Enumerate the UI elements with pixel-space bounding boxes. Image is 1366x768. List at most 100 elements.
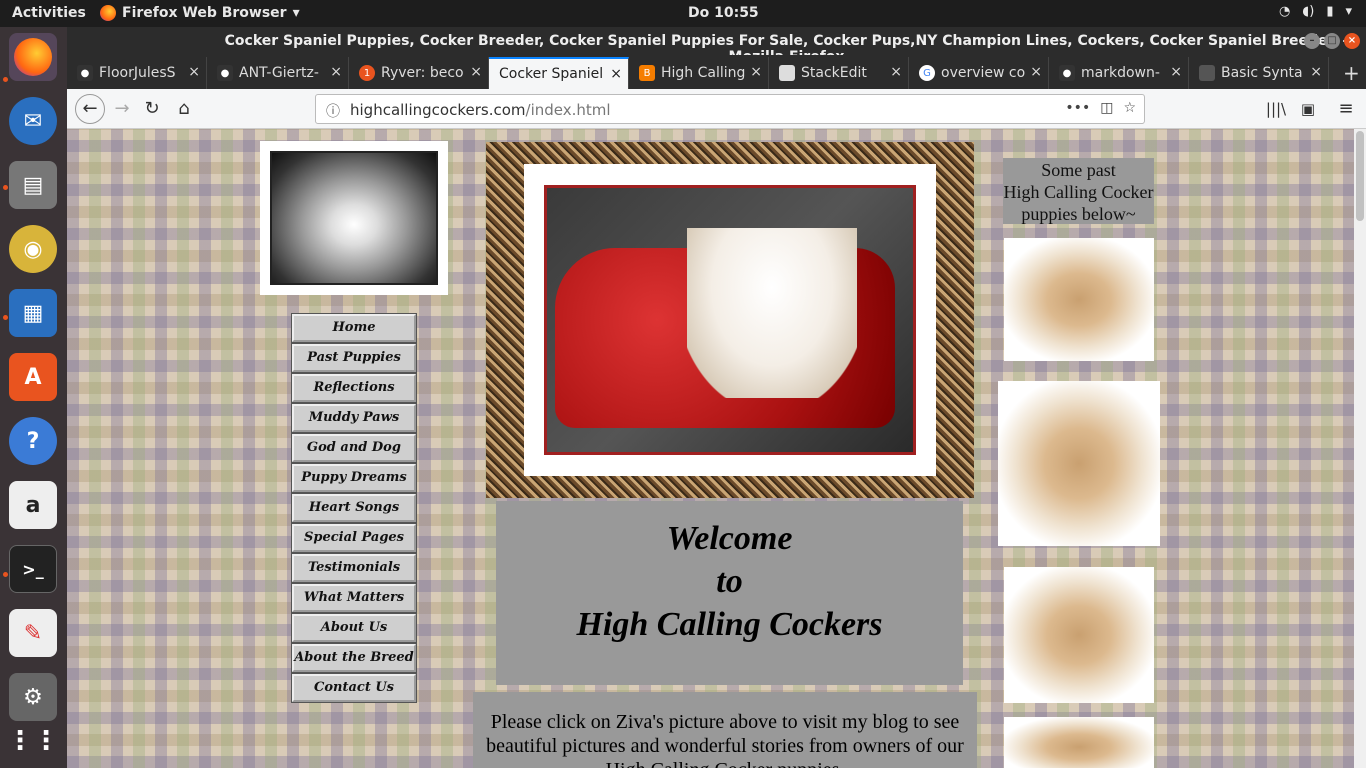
- running-indicator: [3, 572, 8, 577]
- tab[interactable]: Goverview co ×: [909, 57, 1049, 89]
- close-icon[interactable]: ×: [1170, 64, 1182, 80]
- puppy-photo[interactable]: [1004, 717, 1154, 768]
- tab[interactable]: ● FloorJulesS ×: [67, 57, 207, 89]
- sidebar-icon[interactable]: ▣: [1295, 97, 1321, 121]
- writer-icon[interactable]: ▦: [9, 289, 57, 337]
- nav-home[interactable]: Home: [291, 313, 417, 343]
- nav-past-puppies[interactable]: Past Puppies: [291, 343, 417, 373]
- battery-icon: ▮: [1326, 4, 1334, 19]
- app-menu[interactable]: Firefox Web Browser ▾: [100, 5, 300, 21]
- close-icon[interactable]: ×: [1310, 64, 1322, 80]
- thunderbird-icon[interactable]: ✉: [9, 97, 57, 145]
- github-icon: ●: [217, 65, 233, 81]
- window-titlebar: Cocker Spaniel Puppies, Cocker Breeder, …: [67, 27, 1366, 65]
- pocket-icon[interactable]: ◫: [1100, 100, 1113, 116]
- nav-reflections[interactable]: Reflections: [291, 373, 417, 403]
- library-icon[interactable]: |||\: [1263, 97, 1289, 121]
- close-icon[interactable]: ×: [1030, 64, 1042, 80]
- cocker-portrait-image: [270, 151, 438, 285]
- help-icon[interactable]: ?: [9, 417, 57, 465]
- tab[interactable]: B High Calling ×: [629, 57, 769, 89]
- ziva-photo: [544, 185, 916, 455]
- nav-about-the-breed[interactable]: About the Breed: [291, 643, 417, 673]
- github-icon: ●: [77, 65, 93, 81]
- nav-about-us[interactable]: About Us: [291, 613, 417, 643]
- activities-button[interactable]: Activities: [12, 5, 86, 21]
- close-icon[interactable]: ×: [610, 66, 622, 82]
- firefox-icon[interactable]: [9, 33, 57, 81]
- tab[interactable]: 1 Ryver: beco ×: [349, 57, 489, 89]
- new-tab-button[interactable]: +: [1333, 57, 1366, 89]
- minimize-button[interactable]: –: [1304, 33, 1320, 49]
- tab[interactable]: StackEdit ×: [769, 57, 909, 89]
- tab[interactable]: ● ANT-Giertz- ×: [207, 57, 349, 89]
- cocker-image: [687, 228, 857, 398]
- back-button[interactable]: ←: [75, 94, 105, 124]
- text-editor-icon[interactable]: ✎: [9, 609, 57, 657]
- nav-special-pages[interactable]: Special Pages: [291, 523, 417, 553]
- url-bar[interactable]: ⓘ highcallingcockers.com/index.html ••• …: [315, 94, 1145, 124]
- google-icon: G: [919, 65, 935, 81]
- nav-what-matters[interactable]: What Matters: [291, 583, 417, 613]
- running-indicator: [3, 77, 8, 82]
- welcome-line: Welcome: [666, 520, 793, 557]
- volume-icon: ◖): [1302, 4, 1315, 19]
- nav-puppy-dreams[interactable]: Puppy Dreams: [291, 463, 417, 493]
- puppy-photo[interactable]: [1004, 567, 1154, 703]
- nav-heart-songs[interactable]: Heart Songs: [291, 493, 417, 523]
- forward-button[interactable]: →: [109, 97, 135, 121]
- site-nav-menu: Home Past Puppies Reflections Muddy Paws…: [291, 313, 417, 704]
- web-page: Home Past Puppies Reflections Muddy Paws…: [67, 129, 1354, 768]
- close-icon[interactable]: ×: [330, 64, 342, 80]
- bookmark-star-icon[interactable]: ☆: [1123, 100, 1136, 116]
- tab-active[interactable]: Cocker Spaniel ×: [489, 57, 629, 89]
- terminal-icon[interactable]: >_: [9, 545, 57, 593]
- show-apps-icon[interactable]: ⋮⋮: [7, 717, 59, 765]
- running-indicator: [3, 185, 8, 190]
- page-actions-icon[interactable]: •••: [1065, 100, 1090, 116]
- logo-photo[interactable]: [260, 141, 448, 295]
- close-icon[interactable]: ×: [470, 64, 482, 80]
- firefox-icon: [100, 5, 116, 21]
- close-icon[interactable]: ×: [750, 64, 762, 80]
- software-center-icon[interactable]: A: [9, 353, 57, 401]
- puppy-photo[interactable]: [998, 381, 1160, 546]
- home-button[interactable]: ⌂: [171, 97, 197, 121]
- chevron-down-icon: ▾: [292, 5, 300, 21]
- puppy-photo[interactable]: [1004, 238, 1154, 361]
- welcome-line: to: [716, 563, 743, 600]
- maximize-button[interactable]: □: [1324, 33, 1340, 49]
- url-path: /index.html: [525, 101, 611, 119]
- ziva-photo-frame[interactable]: [486, 142, 974, 498]
- notification-icon: 1: [359, 65, 375, 81]
- past-puppies-caption: Some past High Calling Cocker puppies be…: [1003, 158, 1154, 224]
- navigation-toolbar: ← → ↻ ⌂ ⓘ highcallingcockers.com/index.h…: [67, 89, 1366, 129]
- amazon-icon[interactable]: a: [9, 481, 57, 529]
- tab[interactable]: ● markdown- ×: [1049, 57, 1189, 89]
- stackedit-icon: [779, 65, 795, 81]
- chevron-down-icon: ▾: [1345, 4, 1352, 19]
- info-icon[interactable]: ⓘ: [326, 101, 340, 121]
- close-icon[interactable]: ×: [890, 64, 902, 80]
- dock: ✉ ▤ ◉ ▦ A ? a >_ ✎ ⚙ ⋮⋮: [0, 27, 67, 768]
- close-icon[interactable]: ×: [188, 64, 200, 80]
- settings-icon[interactable]: ⚙: [9, 673, 57, 721]
- blog-invitation-text: Please click on Ziva's picture above to …: [473, 692, 977, 768]
- reload-button[interactable]: ↻: [139, 97, 165, 121]
- nav-muddy-paws[interactable]: Muddy Paws: [291, 403, 417, 433]
- tab[interactable]: Basic Synta ×: [1189, 57, 1329, 89]
- clock[interactable]: Do 10:55: [688, 5, 759, 21]
- files-icon[interactable]: ▤: [9, 161, 57, 209]
- rhythmbox-icon[interactable]: ◉: [9, 225, 57, 273]
- nav-contact-us[interactable]: Contact Us: [291, 673, 417, 703]
- nav-testimonials[interactable]: Testimonials: [291, 553, 417, 583]
- menu-icon[interactable]: ≡: [1333, 97, 1359, 121]
- app-name: Firefox Web Browser: [122, 5, 287, 21]
- system-tray[interactable]: ◔ ◖) ▮ ▾: [1279, 4, 1352, 19]
- page-scrollbar[interactable]: [1354, 129, 1366, 768]
- nav-god-and-dog[interactable]: God and Dog: [291, 433, 417, 463]
- scrollbar-thumb[interactable]: [1356, 131, 1364, 221]
- doc-icon: [1199, 65, 1215, 81]
- close-button[interactable]: ×: [1344, 33, 1360, 49]
- system-top-bar: Activities Firefox Web Browser ▾ Do 10:55…: [0, 0, 1366, 27]
